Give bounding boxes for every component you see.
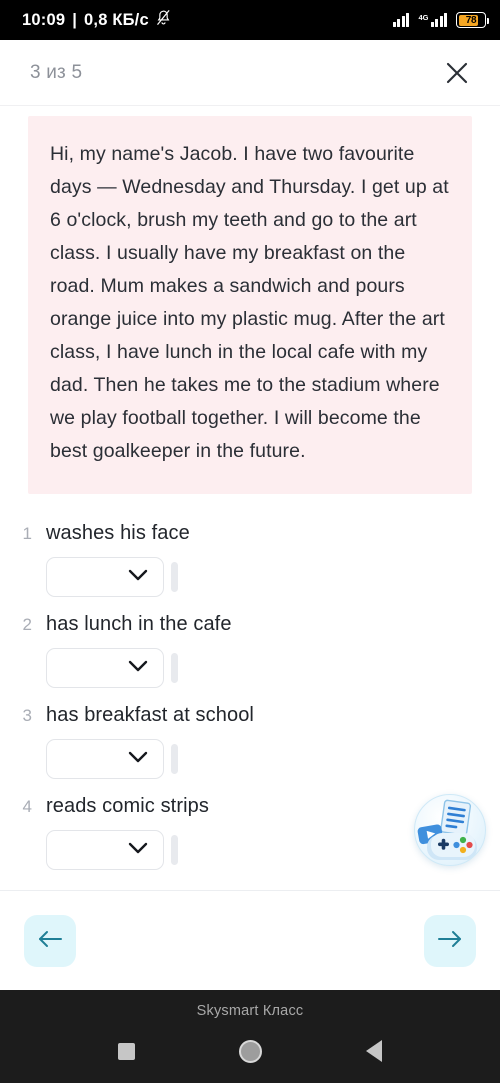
answer-drag-handle[interactable] — [171, 744, 178, 774]
arrow-right-icon — [437, 929, 463, 952]
question-text: has lunch in the cafe — [46, 613, 232, 635]
answer-drag-handle[interactable] — [171, 653, 178, 683]
answer-dropdown[interactable] — [46, 557, 164, 597]
bell-muted-icon — [156, 9, 171, 31]
question-number: 1 — [22, 524, 32, 543]
question-text: has breakfast at school — [46, 704, 254, 726]
answer-dropdown[interactable] — [46, 739, 164, 779]
question-text: washes his face — [46, 522, 190, 544]
arrow-left-icon — [37, 929, 63, 952]
status-bar-right: 4G 78 — [392, 12, 489, 28]
question-number: 3 — [22, 706, 32, 725]
task-progress-label: 3 из 5 — [30, 61, 83, 83]
android-status-bar: 10:09 | 0,8 КБ/с 4G 78 — [0, 0, 500, 40]
games-materials-icon[interactable] — [414, 794, 486, 866]
question-number: 2 — [22, 615, 32, 634]
next-task-button[interactable] — [424, 914, 476, 967]
list-item: 2 has lunch in the cafe — [0, 613, 500, 688]
task-footer-nav — [0, 890, 500, 990]
question-number: 4 — [22, 797, 32, 816]
chevron-down-icon — [128, 659, 148, 677]
scroll-edge — [0, 887, 500, 890]
task-header: 3 из 5 — [0, 40, 500, 106]
signal-sim1-icon — [392, 13, 410, 27]
answer-row — [46, 739, 500, 779]
status-data-rate: 0,8 КБ/с — [84, 10, 149, 29]
reading-passage-card: Hi, my name's Jacob. I have two favourit… — [28, 116, 472, 494]
battery-percent-label: 78 — [465, 14, 477, 26]
nav-keys — [0, 1019, 500, 1083]
app-name-label: Skysmart Класс — [196, 1003, 304, 1019]
triangle-back-icon[interactable] — [366, 1040, 382, 1062]
battery-icon: 78 — [456, 12, 489, 28]
status-clock: 10:09 — [22, 10, 66, 29]
chevron-down-icon — [128, 841, 148, 859]
answer-row — [46, 557, 500, 597]
network-type-label: 4G — [418, 12, 429, 22]
circle-icon[interactable] — [239, 1039, 262, 1063]
status-bar-left: 10:09 | 0,8 КБ/с — [22, 9, 171, 31]
chevron-down-icon — [128, 568, 148, 586]
signal-sim2-icon: 4G — [418, 13, 447, 27]
answer-drag-handle[interactable] — [171, 562, 178, 592]
question-text: reads comic strips — [46, 795, 209, 817]
status-separator: | — [72, 10, 78, 29]
answer-dropdown[interactable] — [46, 830, 164, 870]
close-icon[interactable] — [440, 56, 474, 90]
app-root: 10:09 | 0,8 КБ/с 4G 78 3 из 5 Hi, my nam… — [0, 0, 500, 1083]
square-icon[interactable] — [118, 1042, 135, 1060]
answer-drag-handle[interactable] — [171, 835, 178, 865]
answer-dropdown[interactable] — [46, 648, 164, 688]
task-content-scroll[interactable]: Hi, my name's Jacob. I have two favourit… — [0, 106, 500, 890]
prev-task-button[interactable] — [24, 914, 76, 967]
chevron-down-icon — [128, 750, 148, 768]
reading-passage-text: Hi, my name's Jacob. I have two favourit… — [50, 143, 449, 462]
list-item: 3 has breakfast at school — [0, 704, 500, 779]
android-navigation-bar: Skysmart Класс — [0, 990, 500, 1083]
list-item: 1 washes his face — [0, 522, 500, 597]
answer-row — [46, 648, 500, 688]
